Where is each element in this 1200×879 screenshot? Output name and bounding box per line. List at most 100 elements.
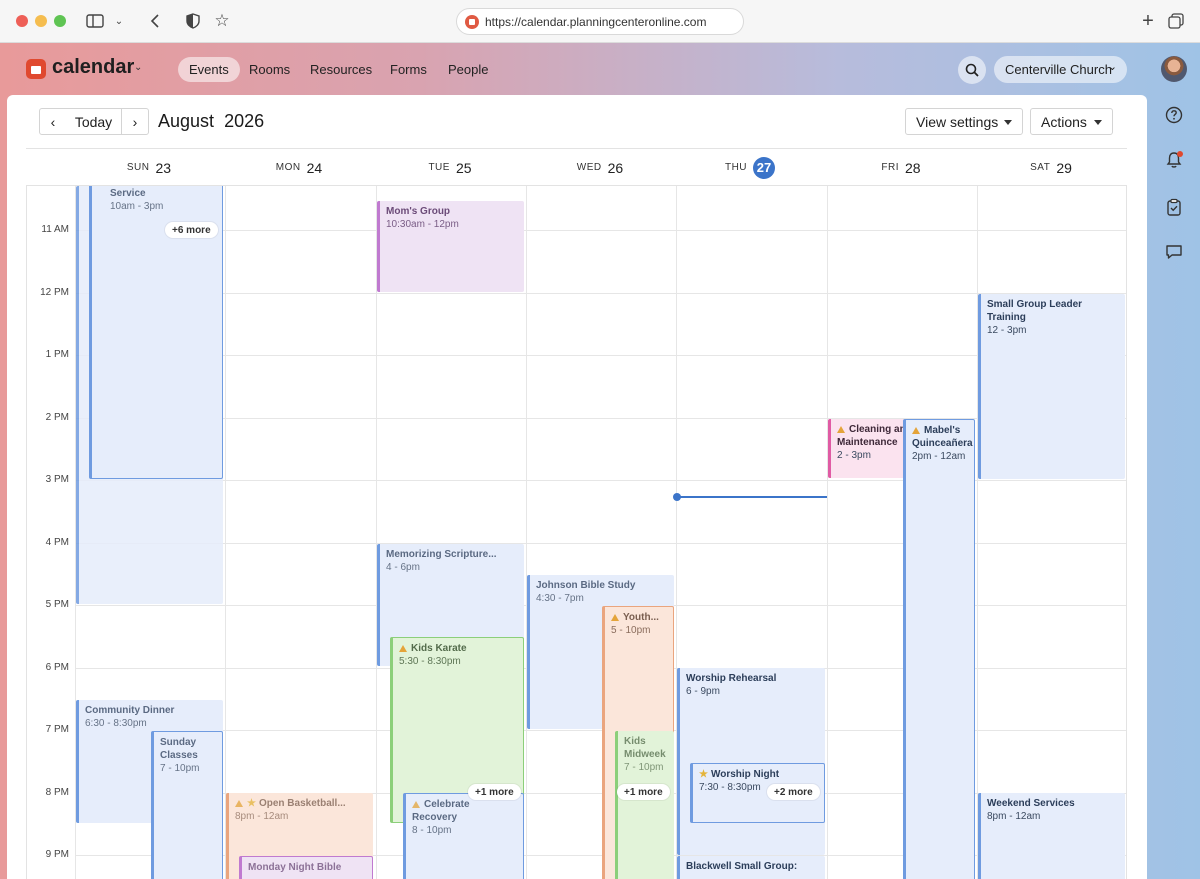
more-events-button[interactable]: +1 more — [468, 784, 521, 800]
day-header-sat[interactable]: SAT 29 — [976, 149, 1126, 186]
nav-events[interactable]: Events — [178, 57, 240, 82]
event-sunday-classes[interactable]: Sunday Classes 7 - 10pm — [151, 731, 223, 879]
day-divider — [225, 186, 226, 879]
hour-line — [75, 293, 1126, 294]
event-time: 8 - 10pm — [412, 825, 452, 836]
event-title: Mom's Group — [386, 206, 451, 217]
day-header-fri[interactable]: FRI 28 — [826, 149, 976, 186]
nav-resources[interactable]: Resources — [299, 57, 383, 82]
day-name: WED — [576, 162, 602, 173]
more-events-button[interactable]: +6 more — [165, 222, 218, 238]
browser-toolbar: ⌄ ☆ https://calendar.planningcenteronlin… — [0, 0, 1200, 43]
event-title: Mabel's Quinceañera — [912, 425, 973, 449]
event-time: 7 - 10pm — [160, 763, 200, 774]
event-title-row: Cleaning and Maintenance — [837, 423, 908, 449]
calendar-logo-icon[interactable] — [26, 59, 46, 79]
event-title: Memorizing Scripture... — [386, 549, 497, 560]
help-icon[interactable] — [1164, 105, 1184, 125]
previous-week-button[interactable]: ‹ — [39, 108, 67, 135]
url-text: https://calendar.planningcenteronline.co… — [485, 14, 707, 29]
event-title-row: ★ Open Basketball... — [235, 797, 367, 810]
today-button[interactable]: Today — [66, 108, 122, 135]
search-button[interactable] — [958, 56, 986, 84]
search-icon — [965, 63, 979, 77]
day-name: SAT — [1030, 162, 1051, 173]
event-time: 10am - 3pm — [110, 201, 164, 212]
event-title: Weekend Services — [987, 798, 1075, 809]
day-number: 25 — [455, 159, 472, 176]
day-number: 23 — [155, 159, 172, 176]
clipboard-check-icon[interactable] — [1164, 197, 1184, 217]
event-blackwell-small-group[interactable]: Blackwell Small Group: — [677, 856, 825, 879]
week-grid[interactable]: 11 AM 12 PM 1 PM 2 PM 3 PM 4 PM 5 PM 6 P… — [26, 186, 1127, 879]
calendar-card: ‹ Today › August 2026 View settings Acti… — [7, 95, 1147, 879]
day-header-sun[interactable]: SUN 23 — [74, 149, 224, 186]
event-small-group-leader-training[interactable]: Small Group Leader Training 12 - 3pm — [978, 294, 1125, 479]
day-header-tue[interactable]: TUE 25 — [375, 149, 525, 186]
chevron-down-icon[interactable]: ⌄ — [108, 10, 130, 32]
event-title: Johnson Bible Study — [536, 580, 636, 591]
view-settings-dropdown[interactable]: View settings — [905, 108, 1023, 135]
event-worship-rehearsal[interactable]: Worship Rehearsal 6 - 9pm — [677, 668, 825, 855]
nav-rooms[interactable]: Rooms — [238, 57, 301, 82]
event-time: 2pm - 12am — [912, 451, 966, 462]
event-title: Youth... — [623, 612, 659, 623]
event-title-row: Kids Karate — [399, 642, 517, 655]
zoom-window-button[interactable] — [54, 15, 66, 27]
event-title: Open Basketball... — [258, 798, 346, 809]
hour-line — [75, 230, 1126, 231]
event-cleaning-and-maintenance[interactable]: Cleaning and Maintenance 2 - 3pm — [828, 419, 908, 478]
more-events-button[interactable]: +1 more — [617, 784, 670, 800]
day-header-row: SUN 23 MON 24 TUE 25 WED 26 THU 27 FRI 2… — [26, 148, 1127, 186]
chevron-down-icon: ⌄ — [1107, 61, 1117, 73]
event-title: Blackwell Small Group: — [686, 861, 798, 872]
more-events-button[interactable]: +2 more — [767, 784, 820, 800]
new-tab-icon[interactable]: + — [1137, 10, 1159, 32]
hour-label: 11 AM — [41, 224, 69, 235]
chat-bubble-icon[interactable] — [1164, 242, 1184, 262]
sidebar-toggle-icon[interactable] — [84, 10, 106, 32]
day-name: MON — [275, 162, 301, 173]
warning-icon — [412, 801, 420, 808]
bookmark-star-icon[interactable]: ☆ — [211, 10, 233, 32]
actions-dropdown[interactable]: Actions — [1030, 108, 1113, 135]
nav-people[interactable]: People — [437, 57, 499, 82]
day-header-thu[interactable]: THU 27 — [675, 149, 825, 186]
caret-down-icon — [1004, 120, 1012, 125]
event-time: 8pm - 12am — [987, 811, 1041, 822]
event-kids-midweek[interactable]: Kids Midweek 7 - 10pm — [615, 731, 674, 879]
app-name[interactable]: calendar — [52, 56, 134, 79]
avatar[interactable] — [1161, 56, 1187, 82]
day-name: TUE — [428, 162, 450, 173]
event-time: 7 - 10pm — [624, 762, 664, 773]
event-title-row: Celebrate Recovery — [412, 798, 517, 824]
event-title: Sunday Classes — [160, 737, 198, 761]
event-celebrate-recovery[interactable]: Celebrate Recovery 8 - 10pm — [403, 793, 524, 879]
event-time: 2 - 3pm — [837, 450, 871, 461]
hour-label: 3 PM — [45, 474, 69, 485]
organization-switcher[interactable]: Centerville Church ⌄ — [994, 56, 1127, 83]
event-time: 5 - 10pm — [611, 625, 651, 636]
event-monday-night-bible[interactable]: Monday Night Bible — [239, 856, 373, 879]
minimize-window-button[interactable] — [35, 15, 47, 27]
close-window-button[interactable] — [16, 15, 28, 27]
event-weekend-services[interactable]: Weekend Services 8pm - 12am — [978, 793, 1125, 879]
day-header-wed[interactable]: WED 26 — [525, 149, 675, 186]
year-label: 2026 — [224, 111, 265, 131]
address-bar[interactable]: https://calendar.planningcenteronline.co… — [456, 8, 744, 35]
tab-overview-icon[interactable] — [1165, 10, 1187, 32]
next-week-button[interactable]: › — [121, 108, 149, 135]
event-time: 4 - 6pm — [386, 562, 420, 573]
event-time: 4:30 - 7pm — [536, 593, 584, 604]
day-header-mon[interactable]: MON 24 — [224, 149, 374, 186]
back-icon[interactable] — [144, 10, 166, 32]
app-switcher-chevron-icon[interactable]: ⌄ — [134, 62, 142, 73]
event-mabels-quinceanera[interactable]: Mabel's Quinceañera 2pm - 12am — [903, 419, 975, 879]
event-moms-group[interactable]: Mom's Group 10:30am - 12pm — [377, 201, 524, 292]
shield-icon[interactable] — [182, 10, 204, 32]
hour-line — [75, 355, 1126, 356]
nav-forms[interactable]: Forms — [379, 57, 438, 82]
event-time: 8pm - 12am — [235, 811, 289, 822]
hour-label: 1 PM — [45, 349, 69, 360]
site-favicon-icon — [465, 14, 479, 29]
